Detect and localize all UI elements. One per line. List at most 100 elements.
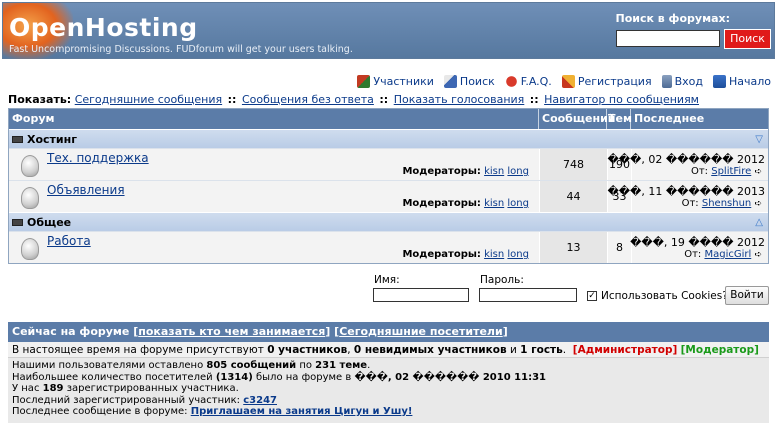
- from-label: От:: [684, 249, 702, 260]
- login-button[interactable]: Войти: [725, 286, 769, 305]
- link-unanswered[interactable]: Сообщения без ответа: [242, 93, 374, 106]
- last-post-by: От: MagicGirl ➪: [684, 249, 762, 260]
- last-post-user[interactable]: MagicGirl: [704, 249, 751, 260]
- go-to-post-icon[interactable]: ➪: [754, 250, 762, 260]
- last-post-user[interactable]: Shenshun: [702, 198, 751, 209]
- forum-row: Тех. поддержка Модераторы: kisn long 748…: [9, 148, 768, 180]
- moder-legend: [Модератор]: [680, 344, 759, 356]
- nav-register[interactable]: Регистрация: [561, 75, 652, 88]
- forum-bulb-icon: [21, 155, 39, 177]
- forum-link[interactable]: Объявления: [47, 183, 125, 197]
- show-who-link[interactable]: показать кто чем занимается: [138, 325, 325, 338]
- forum-stats: Нашими пользователями оставлено 805 сооб…: [8, 358, 769, 423]
- forum-bulb-icon: [21, 187, 39, 209]
- search-label: Поиск в форумах:: [615, 12, 730, 25]
- go-to-post-icon[interactable]: ➪: [754, 199, 762, 209]
- members-icon: [357, 75, 371, 88]
- link-navigator[interactable]: Навигатор по сообщениям: [544, 93, 699, 106]
- category-name: Общее: [27, 215, 72, 229]
- link-today-messages[interactable]: Сегодняшние сообщения: [75, 93, 222, 106]
- collapse-down-icon[interactable]: ▽: [755, 134, 763, 145]
- nav-home[interactable]: Начало: [712, 75, 771, 88]
- nav-search-label: Поиск: [459, 75, 495, 88]
- category-icon: [12, 135, 23, 143]
- forum-link[interactable]: Тех. поддержка: [47, 151, 149, 165]
- header-banner: OpenHosting Fast Uncompromising Discussi…: [2, 2, 775, 59]
- nav-faq[interactable]: F.A.Q.: [504, 75, 552, 88]
- search-input[interactable]: [616, 30, 720, 47]
- online-guests: 1 гость: [520, 344, 563, 356]
- last-post-date: ���, 19 ���� 2012: [630, 236, 765, 249]
- moderator-link[interactable]: kisn: [484, 249, 504, 260]
- stat-text: было на форуме в: [255, 371, 352, 383]
- stat-line: У нас 189 зарегистрированных участника.: [12, 383, 769, 395]
- online-and: и: [509, 344, 517, 356]
- last-post-date: ���, 11 ������ 2013: [607, 185, 766, 198]
- forum-row: Работа Модераторы: kisn long 13 8 ���, 1…: [9, 231, 768, 263]
- collapse-up-icon[interactable]: △: [755, 217, 763, 228]
- stat-max-date: ���, 02 ������ 2010 11:31: [354, 371, 546, 383]
- forum-table: Форум Сообщений Тем Последнее Хостинг ▽ …: [8, 108, 769, 264]
- from-label: От:: [681, 198, 699, 209]
- nav-home-label: Начало: [728, 75, 771, 88]
- site-title[interactable]: OpenHosting: [9, 13, 198, 42]
- password-input[interactable]: [479, 288, 577, 302]
- stat-registered: 189: [42, 383, 64, 394]
- top-navigation: Участники Поиск F.A.Q. Регистрация Вход …: [357, 75, 771, 88]
- moderators: Модераторы: kisn long: [402, 249, 529, 260]
- col-posts: Сообщений: [539, 109, 616, 129]
- post-count: 13: [539, 232, 607, 263]
- moderators-label: Модераторы:: [402, 198, 481, 209]
- from-label: От:: [690, 166, 709, 177]
- col-forum: Форум: [9, 109, 539, 129]
- forum-link[interactable]: Работа: [47, 234, 91, 248]
- name-input[interactable]: [373, 288, 469, 302]
- last-post-link[interactable]: Приглашаем на занятия Цигун и Ушу!: [191, 406, 413, 417]
- last-user-link[interactable]: c3247: [243, 395, 277, 406]
- moderators: Модераторы: kisn long: [402, 166, 529, 177]
- col-last: Последнее: [634, 112, 705, 125]
- separator: ::: [227, 93, 237, 106]
- table-header: Форум Сообщений Тем Последнее: [9, 109, 768, 129]
- moderator-link[interactable]: long: [507, 249, 529, 260]
- last-post-date: ���, 02 ������ 2012: [607, 153, 766, 166]
- stat-text: У нас: [12, 383, 40, 394]
- moderators-label: Модераторы:: [402, 166, 481, 177]
- forum-row: Объявления Модераторы: kisn long 44 33 �…: [9, 180, 768, 212]
- stat-max-visitors: (1314): [215, 371, 253, 383]
- stat-text: зарегистрированных участника.: [66, 383, 239, 394]
- online-title: Сейчас на форуме: [12, 325, 130, 338]
- forum-bulb-icon: [21, 238, 39, 260]
- stat-line: Наибольшее количество посетителей (1314)…: [12, 372, 769, 384]
- category-row[interactable]: Хостинг ▽: [9, 129, 768, 148]
- nav-login[interactable]: Вход: [661, 75, 703, 88]
- stat-text: по: [299, 360, 312, 371]
- search-button[interactable]: Поиск: [724, 29, 771, 49]
- category-row[interactable]: Общее △: [9, 212, 768, 231]
- nav-members[interactable]: Участники: [357, 75, 434, 88]
- cookies-checkbox[interactable]: ✓: [587, 291, 597, 301]
- category-name: Хостинг: [27, 132, 77, 146]
- moderator-link[interactable]: long: [507, 198, 529, 209]
- online-header: Сейчас на форуме [показать кто чем заним…: [8, 322, 769, 342]
- stat-text: Последний зарегистрированный участник:: [12, 394, 241, 406]
- online-now-row: В настоящее время на форуме присутствуют…: [8, 342, 769, 358]
- today-visitors-link[interactable]: Сегодняшние посетители: [339, 325, 503, 338]
- moderator-link[interactable]: long: [507, 166, 529, 177]
- link-polls[interactable]: Показать голосования: [394, 93, 525, 106]
- stat-line: Последнее сообщение в форуме: Приглашаем…: [12, 406, 769, 418]
- moderator-link[interactable]: kisn: [484, 166, 504, 177]
- moderator-link[interactable]: kisn: [484, 198, 504, 209]
- last-post-user[interactable]: SplitFire: [711, 166, 751, 177]
- search-icon: [443, 75, 457, 88]
- stat-posts: 805 сообщений: [206, 360, 297, 371]
- nav-members-label: Участники: [373, 75, 434, 88]
- faq-icon: [504, 75, 518, 88]
- nav-search[interactable]: Поиск: [443, 75, 495, 88]
- go-to-post-icon[interactable]: ➪: [754, 167, 762, 177]
- stat-text: Наибольшее количество посетителей: [12, 371, 213, 383]
- admin-legend: [Администратор]: [572, 344, 678, 356]
- online-invisible: 0 невидимых участников: [353, 344, 507, 356]
- stat-topics: 231 теме: [315, 360, 368, 371]
- separator: ::: [379, 93, 389, 106]
